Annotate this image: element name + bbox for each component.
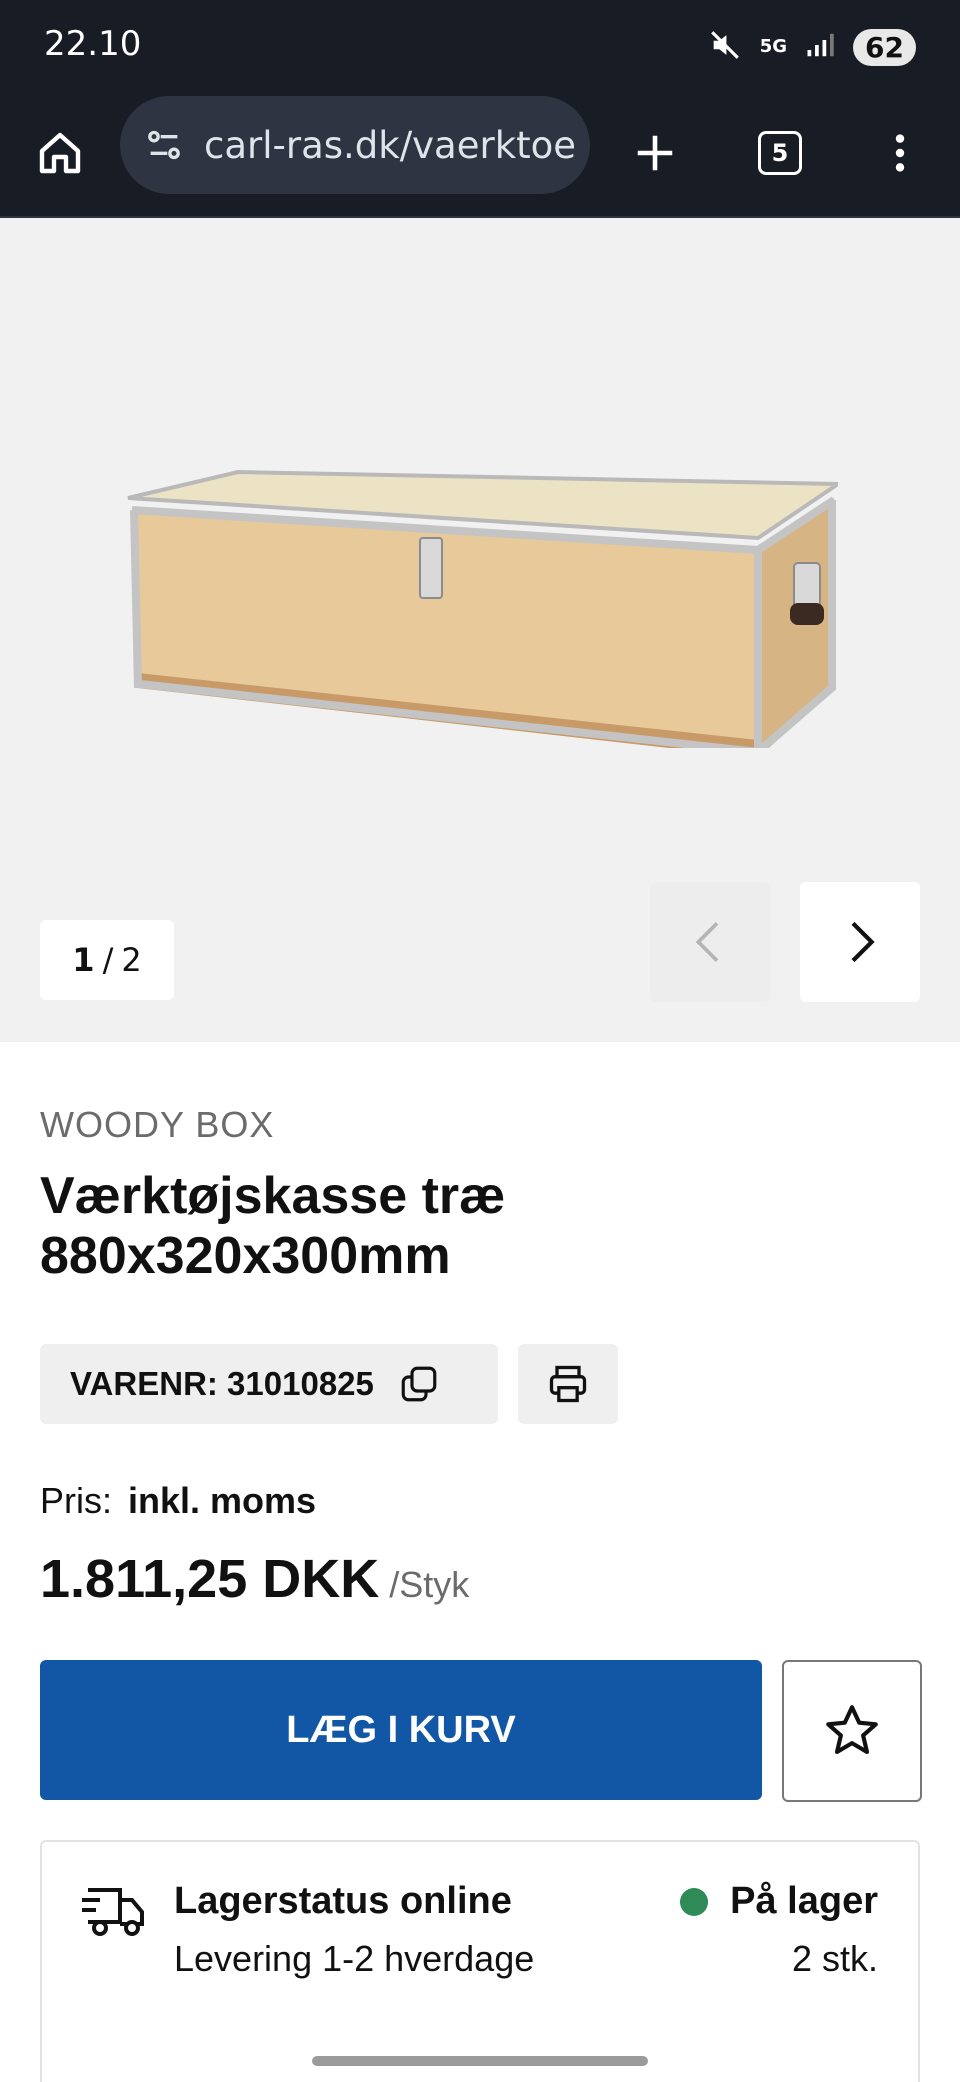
status-time: 22.10 <box>44 24 142 64</box>
status-icons: 5G 62 <box>708 28 916 66</box>
stock-quantity: 2 stk. <box>791 1938 878 1979</box>
next-image-button[interactable] <box>800 882 920 1002</box>
delivery-time: Levering 1-2 hverdage <box>174 1938 535 1979</box>
star-icon <box>826 1705 878 1754</box>
product-brand[interactable]: WOODY BOX <box>40 1104 274 1146</box>
tab-count: 5 <box>758 131 802 175</box>
add-to-cart-button[interactable]: LÆG I KURV <box>40 1660 762 1800</box>
address-bar[interactable]: carl-ras.dk/vaerktoe <box>120 96 590 194</box>
stock-status-label: På lager <box>730 1880 878 1922</box>
image-counter-current: 1 <box>72 941 95 979</box>
price-label-text: Pris: <box>40 1480 112 1521</box>
browser-toolbar: carl-ras.dk/vaerktoe 5 <box>0 92 960 218</box>
stock-status-dot <box>680 1887 709 1916</box>
image-counter-total: 2 <box>121 941 142 979</box>
new-tab-button[interactable] <box>625 118 685 188</box>
price-label: Pris: inkl. moms <box>40 1480 316 1522</box>
favorite-button[interactable] <box>782 1660 922 1802</box>
vat-toggle[interactable]: inkl. moms <box>128 1480 316 1521</box>
gesture-home-indicator[interactable] <box>312 2056 648 2066</box>
url-text: carl-ras.dk/vaerktoe <box>204 123 576 167</box>
price-value: 1.811,25 DKK <box>40 1549 380 1609</box>
more-vert-icon <box>895 134 905 172</box>
product-title: Værktøjskasse træ 880x320x300mm <box>40 1167 506 1285</box>
chevron-left-icon <box>695 922 719 962</box>
signal-icon <box>805 30 835 64</box>
image-counter: 1 / 2 <box>40 920 174 1000</box>
product-gallery[interactable]: 1 / 2 <box>0 218 960 1042</box>
home-icon <box>39 132 81 174</box>
tab-switcher-button[interactable]: 5 <box>750 118 810 188</box>
chevron-right-icon <box>851 921 875 963</box>
mute-icon <box>708 28 742 66</box>
print-button[interactable] <box>518 1344 618 1424</box>
status-bar: 22.10 5G 62 <box>0 0 960 92</box>
delivery-truck-icon <box>82 1882 146 1946</box>
stock-title: Lagerstatus online <box>174 1880 512 1922</box>
site-settings-icon[interactable] <box>140 121 188 169</box>
printer-icon <box>549 1365 587 1403</box>
stock-status-card: Lagerstatus online Levering 1-2 hverdage… <box>40 1840 920 2082</box>
product-image <box>127 469 838 748</box>
sku-label: VARENR: 31010825 <box>70 1365 374 1402</box>
price-row: 1.811,25 DKK /Styk <box>40 1548 469 1610</box>
battery-indicator: 62 <box>853 28 916 66</box>
image-counter-separator: / <box>102 941 114 979</box>
previous-image-button[interactable] <box>650 882 770 1002</box>
sku-copy-button[interactable]: VARENR: 31010825 <box>40 1344 498 1424</box>
network-icon: 5G <box>759 36 788 57</box>
stock-status: På lager <box>680 1880 878 1923</box>
price-unit: /Styk <box>389 1564 470 1605</box>
copy-icon <box>398 1363 440 1405</box>
browser-menu-button[interactable] <box>870 118 930 188</box>
home-button[interactable] <box>30 118 90 188</box>
plus-icon <box>637 135 673 171</box>
